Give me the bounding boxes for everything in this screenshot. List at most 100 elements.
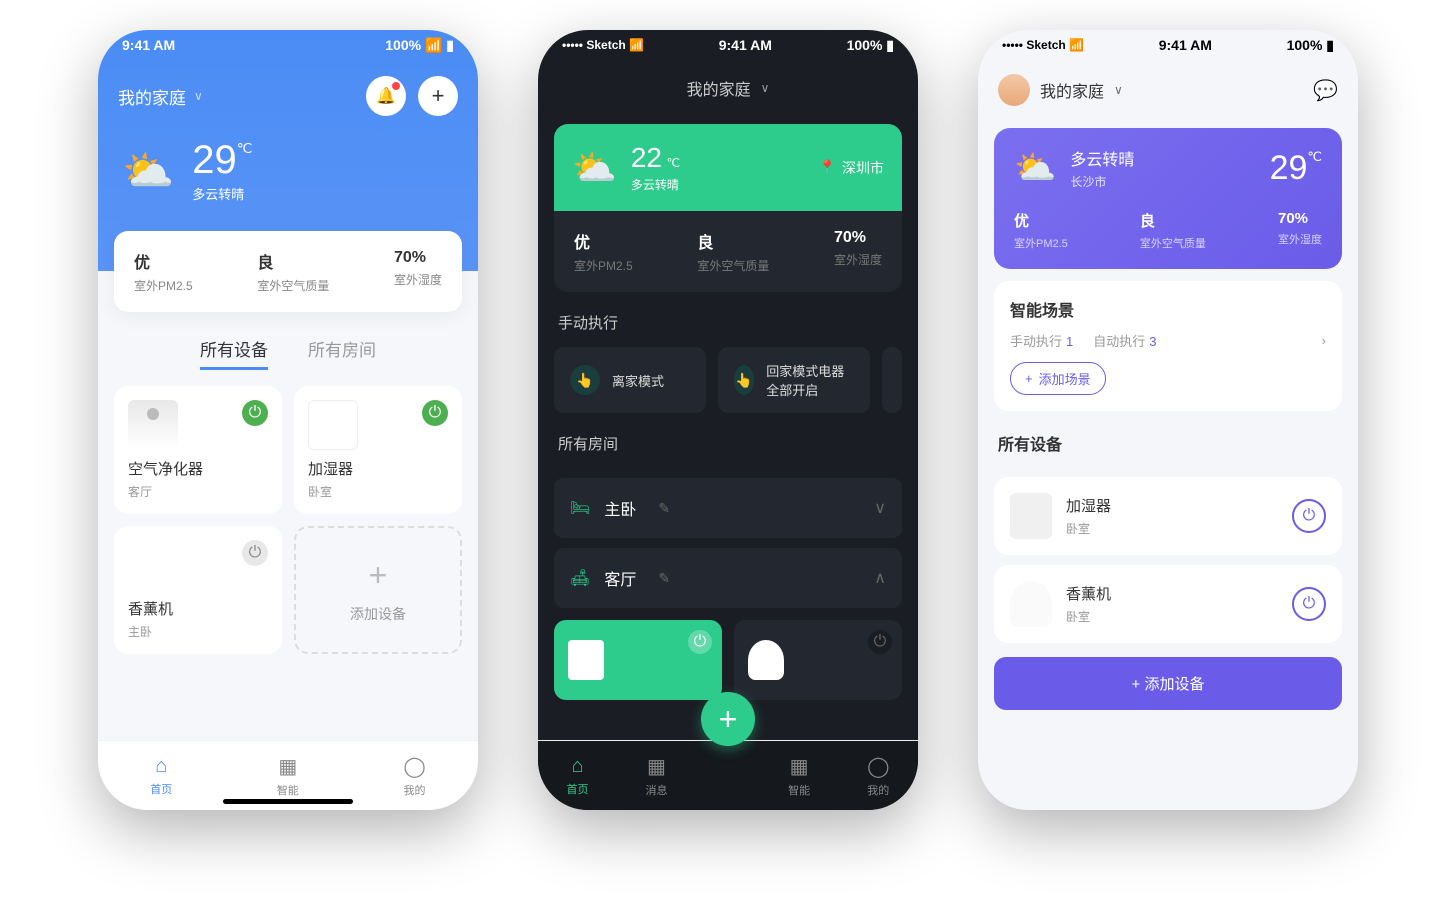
scene-away[interactable]: 👆 离家模式 bbox=[554, 347, 706, 413]
home-selector[interactable]: 我的家庭 ∨ bbox=[998, 74, 1123, 106]
add-device-card[interactable]: + 添加设备 bbox=[294, 526, 462, 654]
scene-home[interactable]: 👆 回家模式电器全部开启 bbox=[718, 347, 870, 413]
device-card-aroma[interactable]: ⏻ 香薰机 主卧 bbox=[114, 526, 282, 654]
device-name: 加湿器 bbox=[308, 458, 448, 479]
manual-exec-title: 手动执行 bbox=[538, 292, 918, 347]
grid-icon: ▦ bbox=[647, 754, 666, 779]
room-master-bedroom[interactable]: 🛏 主卧 ✎ ∨ bbox=[554, 478, 902, 538]
tab-all-devices[interactable]: 所有设备 bbox=[200, 336, 268, 370]
nav-me[interactable]: ◯我的 bbox=[403, 754, 425, 798]
weather-card[interactable]: ⛅ 多云转晴 长沙市 29℃ 优室外PM2.5 良室外空气质量 70%室外湿度 bbox=[994, 128, 1342, 269]
nav-messages[interactable]: ▦消息 bbox=[645, 754, 667, 798]
metric-humidity: 70%室外湿度 bbox=[834, 229, 882, 274]
chat-icon[interactable]: 💬 bbox=[1313, 78, 1338, 103]
home-icon: ⌂ bbox=[155, 755, 167, 778]
nav-smart[interactable]: ▦智能 bbox=[788, 754, 810, 798]
pin-icon: 📍 bbox=[819, 159, 836, 176]
metric-pm25: 优室外PM2.5 bbox=[574, 229, 633, 274]
power-toggle[interactable]: ⏻ bbox=[1292, 499, 1326, 533]
plus-icon: + bbox=[432, 83, 445, 109]
edit-icon[interactable]: ✎ bbox=[658, 570, 670, 587]
weather-card[interactable]: ⛅ 22 ℃ 多云转晴 📍 深圳市 bbox=[554, 124, 902, 211]
device-card-purifier[interactable]: ⏻ 空气净化器 客厅 bbox=[114, 386, 282, 514]
nav-me[interactable]: ◯我的 bbox=[867, 754, 889, 798]
device-name: 香薰机 bbox=[128, 598, 268, 619]
device-image bbox=[568, 640, 604, 680]
metrics-card: 优室外PM2.5 良室外空气质量 70%室外湿度 bbox=[114, 231, 462, 312]
metric-air: 良室外空气质量 bbox=[1140, 210, 1206, 251]
metrics-row: 优室外PM2.5 良室外空气质量 70%室外湿度 bbox=[1014, 210, 1322, 251]
nav-smart[interactable]: ▦智能 bbox=[277, 754, 299, 798]
add-device-label: 添加设备 bbox=[1144, 676, 1204, 693]
all-rooms-title: 所有房间 bbox=[538, 413, 918, 468]
room-label: 主卧 bbox=[604, 496, 636, 520]
home-selector[interactable]: 我的家庭 ∨ bbox=[538, 60, 918, 116]
home-label: 我的家庭 bbox=[1040, 78, 1104, 102]
device-image bbox=[1010, 581, 1052, 627]
weather-desc: 多云转晴 bbox=[192, 184, 252, 203]
user-icon: ◯ bbox=[867, 754, 889, 779]
scenes-section[interactable]: 智能场景 手动执行1 自动执行3 › + 添加场景 bbox=[994, 281, 1342, 411]
bed-icon: 🛏 bbox=[570, 498, 590, 518]
device-tabs: 所有设备 所有房间 bbox=[98, 312, 478, 386]
status-battery: 100% ▮ bbox=[1287, 37, 1334, 54]
phone-dark: ••••• Sketch 📶 9:41 AM 100% ▮ 我的家庭 ∨ ⛅ 2… bbox=[538, 30, 918, 810]
nav-home[interactable]: ⌂首页 bbox=[566, 755, 588, 797]
location[interactable]: 📍 深圳市 bbox=[819, 158, 884, 178]
metric-air: 良室外空气质量 bbox=[257, 249, 329, 294]
home-label: 我的家庭 bbox=[118, 84, 186, 109]
room-label: 客厅 bbox=[604, 566, 636, 590]
device-room: 主卧 bbox=[128, 623, 268, 640]
device-image bbox=[1010, 493, 1052, 539]
status-battery: 100% ▮ bbox=[847, 37, 894, 54]
nav-home[interactable]: ⌂首页 bbox=[150, 755, 172, 797]
power-toggle[interactable]: ⏻ bbox=[422, 400, 448, 426]
notifications-button[interactable]: 🔔 bbox=[366, 76, 406, 116]
temp-unit: ℃ bbox=[1307, 149, 1322, 164]
scene-stats: 手动执行1 自动执行3 bbox=[1010, 331, 1157, 350]
fab-add-button[interactable]: + bbox=[701, 692, 755, 746]
city-label: 长沙市 bbox=[1070, 173, 1134, 190]
device-room: 卧室 bbox=[1066, 520, 1111, 537]
metrics-card: 优室外PM2.5 良室外空气质量 70%室外湿度 bbox=[554, 211, 902, 292]
status-carrier: ••••• Sketch 📶 bbox=[1002, 38, 1084, 52]
plus-icon: + bbox=[369, 557, 388, 594]
status-time: 9:41 AM bbox=[122, 37, 175, 53]
device-card[interactable]: ⏻ bbox=[734, 620, 902, 700]
header: 我的家庭 ∨ 🔔 + bbox=[98, 60, 478, 132]
scene-label: 离家模式 bbox=[612, 371, 664, 390]
phone-light: 9:41 AM 100% 📶 ▮ 我的家庭 ∨ 🔔 + ⛅ 29℃ bbox=[98, 30, 478, 810]
add-scene-button[interactable]: + 添加场景 bbox=[1010, 362, 1106, 395]
edit-icon[interactable]: ✎ bbox=[658, 500, 670, 517]
device-name: 空气净化器 bbox=[128, 458, 268, 479]
device-card-aroma[interactable]: 香薰机 卧室 ⏻ bbox=[994, 565, 1342, 643]
status-carrier: ••••• Sketch 📶 bbox=[562, 38, 644, 52]
home-selector[interactable]: 我的家庭 ∨ bbox=[118, 84, 203, 109]
power-toggle[interactable]: ⏻ bbox=[242, 400, 268, 426]
power-toggle[interactable]: ⏻ bbox=[688, 630, 712, 654]
device-card-humidifier[interactable]: ⏻ 加湿器 卧室 bbox=[294, 386, 462, 514]
power-toggle[interactable]: ⏻ bbox=[1292, 587, 1326, 621]
add-device-label: 添加设备 bbox=[350, 604, 406, 624]
scene-more[interactable] bbox=[882, 347, 902, 413]
device-image bbox=[748, 640, 784, 680]
add-device-button[interactable]: + 添加设备 bbox=[994, 657, 1342, 710]
tab-all-rooms[interactable]: 所有房间 bbox=[308, 336, 376, 370]
device-name: 香薰机 bbox=[1066, 583, 1111, 604]
device-room: 客厅 bbox=[128, 483, 268, 500]
device-image bbox=[308, 400, 358, 450]
add-button[interactable]: + bbox=[418, 76, 458, 116]
phone-purple: ••••• Sketch 📶 9:41 AM 100% ▮ 我的家庭 ∨ 💬 ⛅… bbox=[978, 30, 1358, 810]
power-toggle[interactable]: ⏻ bbox=[868, 630, 892, 654]
scenes-row: 👆 离家模式 👆 回家模式电器全部开启 bbox=[538, 347, 918, 413]
power-toggle[interactable]: ⏻ bbox=[242, 540, 268, 566]
chevron-down-icon: ∨ bbox=[1114, 83, 1123, 97]
device-card[interactable]: ⏻ bbox=[554, 620, 722, 700]
device-card-humidifier[interactable]: 加湿器 卧室 ⏻ bbox=[994, 477, 1342, 555]
temperature: 29 bbox=[1270, 149, 1308, 187]
chevron-down-icon: ∨ bbox=[761, 81, 770, 95]
add-scene-label: 添加场景 bbox=[1039, 369, 1091, 388]
sofa-icon: 🛋 bbox=[570, 568, 590, 588]
temp-unit: ℃ bbox=[666, 156, 679, 170]
room-living[interactable]: 🛋 客厅 ✎ ∧ bbox=[554, 548, 902, 608]
